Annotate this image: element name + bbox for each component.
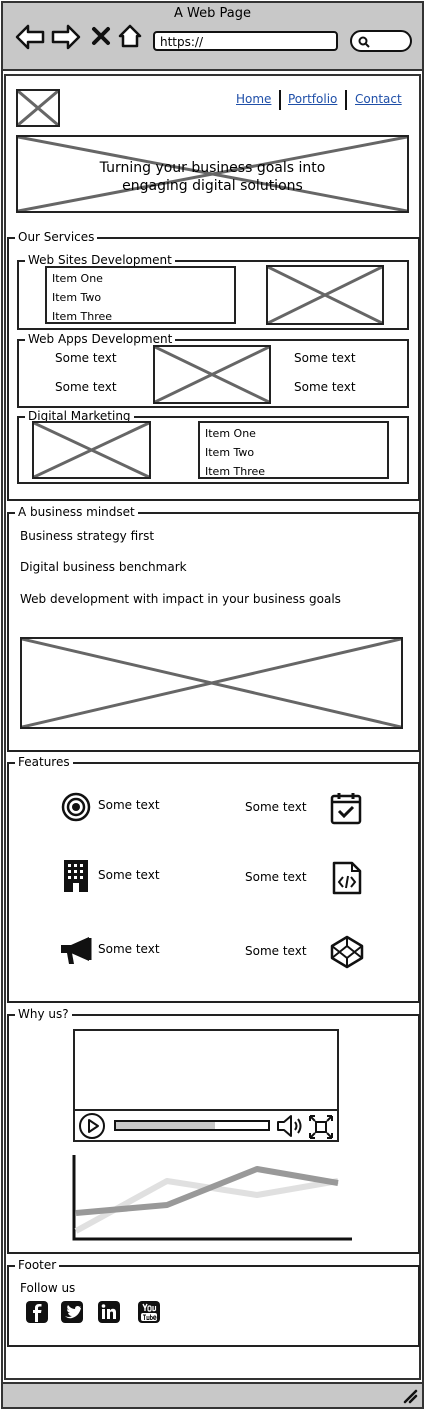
web-apps-text: Some text xyxy=(294,380,356,394)
web-sites-list: Item One Item Two Item Three xyxy=(45,266,236,324)
nav-divider xyxy=(279,90,281,110)
forward-arrow-icon[interactable] xyxy=(51,24,81,50)
logo-image xyxy=(16,89,60,127)
chart-axes xyxy=(72,1155,352,1241)
web-apps-text: Some text xyxy=(294,351,356,365)
mindset-line: Business strategy first xyxy=(20,529,155,543)
web-apps-image xyxy=(153,345,271,404)
youtube-icon[interactable] xyxy=(138,1301,160,1323)
list-item: Item Two xyxy=(205,446,255,459)
code-file-icon xyxy=(332,861,362,895)
status-bar xyxy=(3,1382,422,1407)
web-apps-text: Some text xyxy=(55,380,117,394)
follow-us-label: Follow us xyxy=(20,1281,76,1295)
feature-label: Some text xyxy=(98,798,160,812)
resize-grip-icon[interactable] xyxy=(402,1388,418,1404)
nav-divider xyxy=(345,90,347,110)
features-title: Features xyxy=(15,754,73,770)
back-arrow-icon[interactable] xyxy=(15,24,45,50)
hero-banner: Turning your business goals into engagin… xyxy=(16,135,409,213)
feature-label: Some text xyxy=(98,942,160,956)
feature-label: Some text xyxy=(98,868,160,882)
mindset-title: A business mindset xyxy=(15,504,138,520)
top-nav: Home Portfolio Contact xyxy=(228,90,408,112)
list-item: Item One xyxy=(52,272,103,285)
feature-label: Some text xyxy=(245,800,307,814)
line-chart xyxy=(72,1153,354,1243)
why-title: Why us? xyxy=(15,1006,72,1022)
feature-label: Some text xyxy=(245,870,307,884)
nav-link-home[interactable]: Home xyxy=(236,92,271,106)
video-progress-fill xyxy=(116,1122,215,1129)
calendar-check-icon xyxy=(330,791,362,825)
url-bar[interactable]: https:// xyxy=(153,31,338,51)
services-title: Our Services xyxy=(15,229,98,245)
megaphone-icon xyxy=(59,936,93,966)
linkedin-icon[interactable] xyxy=(98,1301,120,1323)
volume-icon[interactable] xyxy=(276,1113,304,1139)
mindset-line: Web development with impact in your busi… xyxy=(20,592,341,606)
home-icon[interactable] xyxy=(117,23,143,49)
mindset-line: Digital business benchmark xyxy=(20,560,187,574)
web-apps-text: Some text xyxy=(55,351,117,365)
marketing-list: Item One Item Two Item Three xyxy=(198,421,389,479)
nav-link-contact[interactable]: Contact xyxy=(355,92,402,106)
target-icon xyxy=(61,792,91,822)
feature-label: Some text xyxy=(245,944,307,958)
twitter-icon[interactable] xyxy=(61,1301,83,1323)
footer-title: Footer xyxy=(15,1257,60,1273)
hero-title-line1: Turning your business goals into xyxy=(99,160,326,176)
facebook-icon[interactable] xyxy=(26,1301,48,1323)
close-icon[interactable] xyxy=(91,26,111,46)
building-icon xyxy=(62,859,90,893)
list-item: Item Three xyxy=(205,465,266,478)
list-item: Item Two xyxy=(52,291,102,304)
search-box[interactable] xyxy=(350,30,412,52)
search-icon xyxy=(358,36,370,48)
hero-title-line2: engaging digital solutions xyxy=(122,178,303,194)
fullscreen-icon[interactable] xyxy=(308,1114,334,1140)
url-text: https:// xyxy=(160,35,204,49)
web-sites-image xyxy=(266,265,384,325)
play-icon[interactable] xyxy=(78,1112,106,1140)
mindset-image xyxy=(20,637,403,729)
list-item: Item Three xyxy=(52,310,113,323)
marketing-image xyxy=(32,421,151,479)
codepen-icon xyxy=(330,935,364,969)
video-progress-track[interactable] xyxy=(114,1120,270,1131)
window-title: A Web Page xyxy=(174,6,251,21)
nav-link-portfolio[interactable]: Portfolio xyxy=(288,92,337,106)
list-item: Item One xyxy=(205,427,256,440)
